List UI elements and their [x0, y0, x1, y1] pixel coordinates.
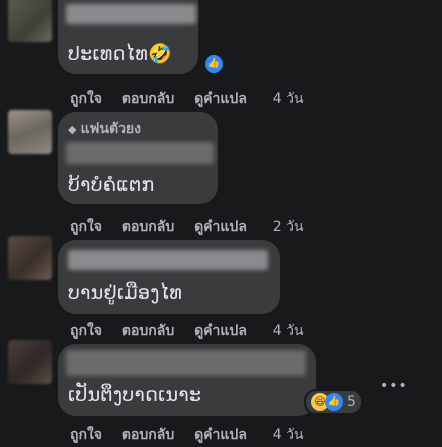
timestamp[interactable]: 4 วัน [273, 91, 304, 107]
comment-actions: ถูกใจ ตอบกลับ ดูคำแปล 4 วัน [70, 424, 319, 446]
thumbs-up-icon: 👍 [325, 393, 343, 411]
reply-link[interactable]: ตอบกลับ [122, 219, 174, 235]
reaction-count: 5 [347, 394, 356, 410]
avatar[interactable] [8, 0, 52, 42]
avatar[interactable] [8, 110, 52, 154]
like-link[interactable]: ถูกใจ [70, 219, 102, 235]
translate-link[interactable]: ดูคำแปล [194, 427, 247, 443]
thumbs-up-icon[interactable]: 👍 [205, 55, 223, 73]
comment-actions: ถูกใจ ตอบกลับ ดูคำแปล 4 วัน [70, 320, 319, 342]
timestamp[interactable]: 4 วัน [273, 427, 304, 443]
comment-text: ບານຢູ່ເມືອງໄທ [68, 282, 183, 304]
comment-bubble: ເປັນຕຶງບາດເນາະ [58, 344, 316, 416]
diamond-icon: ◆ [68, 123, 77, 136]
comment-bubble: ບານຢູ່ເມືອງໄທ [58, 240, 280, 314]
reaction-summary[interactable]: 😆 👍 5 [306, 391, 361, 413]
commenter-name[interactable] [66, 142, 214, 164]
reply-link[interactable]: ตอบกลับ [122, 427, 174, 443]
like-link[interactable]: ถูกใจ [70, 91, 102, 107]
reply-link[interactable]: ตอบกลับ [122, 91, 174, 107]
avatar[interactable] [8, 340, 52, 384]
more-dots-icon[interactable]: ••• [380, 378, 408, 394]
commenter-name[interactable] [66, 4, 196, 24]
commenter-name[interactable] [68, 250, 268, 270]
avatar[interactable] [8, 236, 52, 280]
commenter-name[interactable] [66, 350, 306, 376]
translate-link[interactable]: ดูคำแปล [194, 91, 247, 107]
comment-actions: ถูกใจ ตอบกลับ ดูคำแปล 2 วัน [70, 216, 319, 238]
comment-text: ເປັນຕຶງບາດເນາະ [68, 384, 202, 406]
comment-text: ບ້າບໍຄໍແຕກ [68, 174, 155, 196]
like-link[interactable]: ถูกใจ [70, 427, 102, 443]
comment-text: ປະເທດໄທ🤣 [68, 43, 173, 65]
comment-bubble: ◆ แฟนตัวยง ບ້າບໍຄໍແຕກ [58, 112, 218, 204]
translate-link[interactable]: ดูคำแปล [194, 323, 247, 339]
comment-bubble: ປະເທດໄທ🤣 [58, 0, 198, 74]
comment-actions: ถูกใจ ตอบกลับ ดูคำแปล 4 วัน [70, 88, 319, 110]
like-link[interactable]: ถูกใจ [70, 323, 102, 339]
timestamp[interactable]: 2 วัน [273, 219, 304, 235]
timestamp[interactable]: 4 วัน [273, 323, 304, 339]
top-fan-badge: ◆ แฟนตัวยง [68, 121, 141, 137]
translate-link[interactable]: ดูคำแปล [194, 219, 247, 235]
reply-link[interactable]: ตอบกลับ [122, 323, 174, 339]
